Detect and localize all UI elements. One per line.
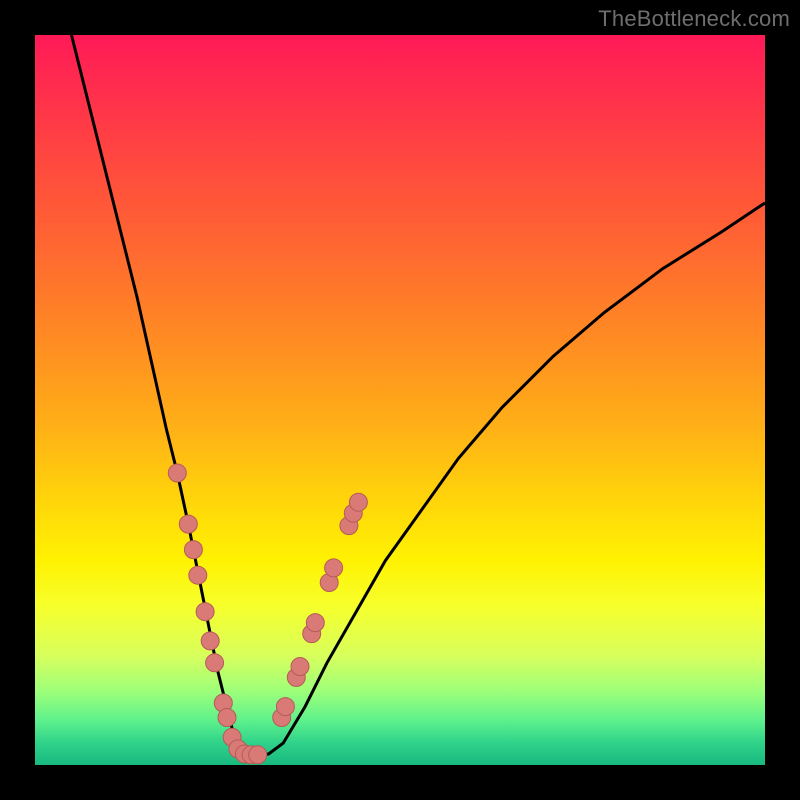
curve-marker — [291, 658, 309, 676]
curve-marker — [196, 603, 214, 621]
curve-marker — [306, 614, 324, 632]
curve-marker — [325, 559, 343, 577]
watermark-text: TheBottleneck.com — [598, 6, 790, 32]
curve-marker — [349, 493, 367, 511]
curve-marker — [206, 654, 224, 672]
curve-marker — [201, 632, 219, 650]
bottleneck-curve-path — [72, 35, 766, 756]
curve-marker — [168, 464, 186, 482]
plot-area — [35, 35, 765, 765]
curve-marker — [276, 698, 294, 716]
curve-marker — [179, 515, 197, 533]
curve-marker — [249, 746, 267, 764]
chart-frame: TheBottleneck.com — [0, 0, 800, 800]
curve-markers — [168, 464, 367, 764]
curve-marker — [218, 709, 236, 727]
bottleneck-curve-svg — [35, 35, 765, 765]
curve-marker — [189, 566, 207, 584]
curve-marker — [184, 541, 202, 559]
